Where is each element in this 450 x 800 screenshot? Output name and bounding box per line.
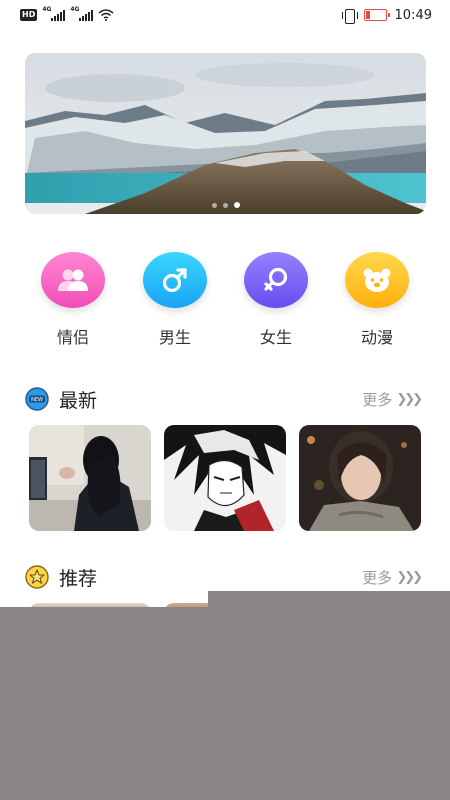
battery-icon <box>363 9 390 21</box>
thumbnail-image <box>29 425 151 531</box>
triple-chevron-right-icon: ❯❯❯ <box>396 569 423 585</box>
category-female[interactable]: 女生 <box>231 252 321 348</box>
overlay-panel-top <box>208 591 450 608</box>
female-icon <box>264 267 288 291</box>
category-icon-circle <box>244 252 308 308</box>
recommend-section-header: 推荐 更多 ❯❯❯ <box>25 564 423 590</box>
bear-icon <box>363 268 391 292</box>
triple-chevron-right-icon: ❯❯❯ <box>396 391 423 407</box>
thumbnail-image <box>299 425 421 531</box>
category-label: 男生 <box>158 328 191 347</box>
signal-icon-2: 4G <box>70 6 94 21</box>
category-anime[interactable]: 动漫 <box>332 252 422 348</box>
carousel-dot[interactable] <box>211 202 217 208</box>
section-title: 最新 <box>59 389 98 412</box>
wifi-icon <box>98 9 114 21</box>
latest-thumbnails <box>29 425 421 531</box>
thumbnail-item[interactable] <box>29 425 151 531</box>
status-left: HD 4G 4G <box>20 6 114 21</box>
section-title: 推荐 <box>59 567 98 590</box>
signal-icon: 4G <box>42 6 66 21</box>
thumbnail-item[interactable] <box>299 425 421 531</box>
couple-icon <box>58 269 88 291</box>
category-icon-circle <box>41 252 105 308</box>
clock: 10:49 <box>394 7 432 23</box>
male-icon <box>162 268 187 293</box>
recommend-more-link[interactable]: 更多 ❯❯❯ <box>362 567 423 588</box>
thumbnail-item[interactable] <box>164 425 286 531</box>
banner-image <box>25 53 426 214</box>
status-right: 10:49 <box>341 7 432 24</box>
new-badge-icon: NEW <box>25 387 49 411</box>
category-label: 动漫 <box>360 328 393 347</box>
category-icon-circle <box>345 252 409 308</box>
vibrate-icon <box>341 8 358 24</box>
overlay-panel <box>0 607 450 800</box>
category-icon-circle <box>143 252 207 308</box>
category-label: 女生 <box>259 328 292 347</box>
latest-more-link[interactable]: 更多 ❯❯❯ <box>362 389 423 410</box>
banner-carousel[interactable] <box>25 53 426 214</box>
star-badge-icon <box>25 565 49 589</box>
hd-badge: HD <box>20 9 38 21</box>
thumbnail-image <box>164 425 286 531</box>
latest-section-header: NEW 最新 更多 ❯❯❯ <box>25 386 423 412</box>
carousel-dot-active[interactable] <box>233 202 240 208</box>
category-couple[interactable]: 情侣 <box>28 252 118 348</box>
category-male[interactable]: 男生 <box>130 252 220 348</box>
svg-text:NEW: NEW <box>31 397 43 403</box>
more-label: 更多 <box>362 390 393 409</box>
category-grid: 情侣 男生 女生 动漫 <box>0 252 450 352</box>
status-bar: HD 4G 4G 10:49 <box>0 0 450 30</box>
carousel-dot[interactable] <box>222 202 228 208</box>
more-label: 更多 <box>362 568 393 587</box>
carousel-dots <box>25 202 426 208</box>
category-label: 情侣 <box>56 328 89 347</box>
